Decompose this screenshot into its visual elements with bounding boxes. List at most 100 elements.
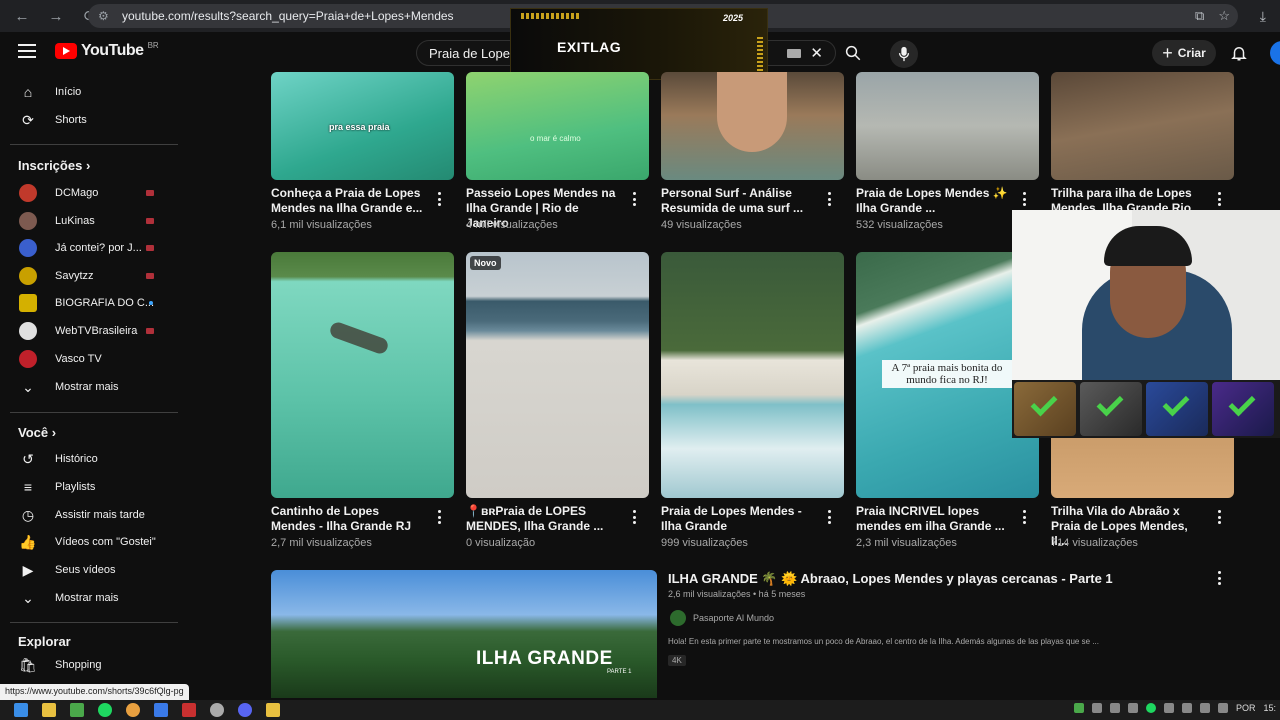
tray-icon[interactable] xyxy=(1145,703,1156,713)
short-thumbnail[interactable]: pra essa praia xyxy=(271,72,454,180)
video-title[interactable]: ILHA GRANDE 🌴 🌞 Abraao, Lopes Mendes y p… xyxy=(668,571,1113,587)
chevron-right-icon: › xyxy=(85,158,91,173)
tray-icon[interactable] xyxy=(1163,703,1174,713)
like-icon: 👍 xyxy=(19,533,37,550)
clear-search-icon[interactable]: ✕ xyxy=(810,44,823,62)
language-indicator[interactable]: POR xyxy=(1236,703,1256,713)
short-title[interactable]: 📍ʙʀPraia de LOPES MENDES, Ilha Grande ..… xyxy=(466,504,621,534)
sidebar-item-watch-later[interactable]: ◷ Assistir mais tarde xyxy=(0,501,178,529)
short-title[interactable]: Praia de Lopes Mendes - Ilha Grande xyxy=(661,504,816,534)
sidebar-item-label: Playlists xyxy=(55,481,96,493)
thumbnail-title: ILHA GRANDE xyxy=(476,648,613,669)
more-options-icon[interactable] xyxy=(1216,510,1222,524)
short-thumbnail[interactable]: o mar é calmo xyxy=(466,72,649,180)
sidebar-item-home[interactable]: ⌂ Início xyxy=(0,78,178,106)
sidebar-item-label: LuKinas xyxy=(55,215,95,227)
youtube-logo[interactable]: YouTube BR xyxy=(55,41,159,60)
more-options-icon[interactable] xyxy=(436,192,442,206)
app-icon[interactable] xyxy=(182,703,196,717)
more-options-icon[interactable] xyxy=(826,192,832,206)
tray-icon[interactable] xyxy=(1199,703,1210,713)
windows-start-icon[interactable] xyxy=(14,703,28,717)
url-text: youtube.com/results?search_query=Praia+d… xyxy=(122,9,454,23)
forward-icon[interactable]: → xyxy=(46,8,66,25)
sidebar-item-shorts[interactable]: ⟳ Shorts xyxy=(0,106,178,134)
sidebar-sub-lukinas[interactable]: LuKinas xyxy=(0,207,178,235)
menu-icon[interactable] xyxy=(18,44,36,58)
more-options-icon[interactable] xyxy=(826,510,832,524)
sidebar-show-more-you[interactable]: ⌄ Mostrar mais xyxy=(0,584,178,612)
tray-icon[interactable] xyxy=(1127,703,1138,713)
more-options-icon[interactable] xyxy=(1021,510,1027,524)
new-content-dot-icon xyxy=(149,301,153,305)
app-icon[interactable] xyxy=(154,703,168,717)
back-icon[interactable]: ← xyxy=(12,8,32,25)
channel-avatar[interactable] xyxy=(670,610,686,626)
download-icon[interactable]: ⤓ xyxy=(1260,8,1266,25)
live-indicator-icon xyxy=(146,190,154,196)
short-views: 714 visualizações xyxy=(1051,537,1138,549)
tray-icon[interactable] xyxy=(1181,703,1192,713)
more-options-icon[interactable] xyxy=(1021,192,1027,206)
search-button[interactable] xyxy=(836,40,870,66)
folder-icon[interactable] xyxy=(266,703,280,717)
bookmark-star-icon[interactable]: ☆ xyxy=(1218,8,1230,24)
short-views: 4 mil visualizações xyxy=(466,219,558,231)
sidebar-show-more-subs[interactable]: ⌄ Mostrar mais xyxy=(0,373,178,401)
notifications-bell-icon[interactable] xyxy=(1230,44,1248,62)
discord-icon[interactable] xyxy=(238,703,252,717)
sidebar-sub-dcmago[interactable]: DCMago xyxy=(0,179,178,207)
clock[interactable]: 15: xyxy=(1263,703,1276,713)
subscriptions-heading[interactable]: Inscrições › xyxy=(18,158,90,173)
short-title[interactable]: Conheça a Praia de Lopes Mendes na Ilha … xyxy=(271,186,426,216)
sidebar-sub-biografia[interactable]: BIOGRAFIA DO C... xyxy=(0,289,178,317)
sidebar-item-liked[interactable]: 👍 Vídeos com "Gostei" xyxy=(0,528,178,556)
channel-name[interactable]: Pasaporte Al Mundo xyxy=(693,613,774,623)
sidebar-sub-ja-contei[interactable]: Já contei? por J... xyxy=(0,234,178,262)
install-app-icon[interactable]: ⧉ xyxy=(1195,8,1204,24)
short-title[interactable]: Praia INCRIVEL lopes mendes em ilha Gran… xyxy=(856,504,1011,534)
sidebar-item-playlists[interactable]: ≡ Playlists xyxy=(0,473,178,501)
spotify-icon[interactable] xyxy=(98,703,112,717)
more-options-icon[interactable] xyxy=(631,510,637,524)
sidebar-item-shopping[interactable]: 🛍 Shopping xyxy=(0,651,178,679)
app-icon[interactable] xyxy=(70,703,84,717)
game-item-bar xyxy=(1012,380,1280,438)
short-thumbnail[interactable] xyxy=(856,72,1039,180)
volume-icon[interactable] xyxy=(1217,703,1228,713)
create-button[interactable]: + Criar xyxy=(1152,40,1216,66)
shopping-icon: 🛍 xyxy=(19,656,37,673)
video-description: Hola! En esta primer parte te mostramos … xyxy=(668,637,1099,646)
sidebar-sub-savytzz[interactable]: Savytzz xyxy=(0,262,178,290)
site-info-icon[interactable]: ⚙ xyxy=(98,9,112,23)
app-icon[interactable] xyxy=(210,703,224,717)
sidebar-item-your-videos[interactable]: ▶ Seus vídeos xyxy=(0,556,178,584)
tray-icon[interactable] xyxy=(1109,703,1120,713)
sidebar-item-history[interactable]: ↺ Histórico xyxy=(0,445,178,473)
short-thumbnail[interactable] xyxy=(1051,72,1234,180)
short-thumbnail[interactable]: Novo xyxy=(466,252,649,498)
keyboard-icon[interactable] xyxy=(787,48,801,58)
more-options-icon[interactable] xyxy=(436,510,442,524)
tray-icon[interactable] xyxy=(1091,703,1102,713)
short-thumbnail[interactable] xyxy=(661,252,844,498)
account-avatar[interactable] xyxy=(1270,41,1280,65)
more-options-icon[interactable] xyxy=(1216,192,1222,206)
you-heading[interactable]: Você › xyxy=(18,425,56,440)
short-title[interactable]: Praia de Lopes Mendes ✨ Ilha Grande ... xyxy=(856,186,1011,216)
short-thumbnail[interactable] xyxy=(661,72,844,180)
more-options-icon[interactable] xyxy=(631,192,637,206)
video-thumbnail[interactable]: ILHA GRANDE PARTE 1 xyxy=(271,570,657,698)
sidebar-sub-webtv[interactable]: WebTVBrasileira xyxy=(0,317,178,345)
sidebar-sub-vasco[interactable]: Vasco TV xyxy=(0,345,178,373)
short-title[interactable]: Cantinho de Lopes Mendes - Ilha Grande R… xyxy=(271,504,426,534)
more-options-icon[interactable] xyxy=(1216,571,1222,585)
voice-search-button[interactable] xyxy=(890,40,918,68)
plus-icon: + xyxy=(1162,43,1173,63)
short-thumbnail[interactable] xyxy=(271,252,454,498)
short-title[interactable]: Personal Surf - Análise Resumida de uma … xyxy=(661,186,816,216)
sidebar-item-label: Assistir mais tarde xyxy=(55,509,145,521)
tray-icon[interactable] xyxy=(1073,703,1084,713)
chrome-icon[interactable] xyxy=(126,703,140,717)
file-explorer-icon[interactable] xyxy=(42,703,56,717)
